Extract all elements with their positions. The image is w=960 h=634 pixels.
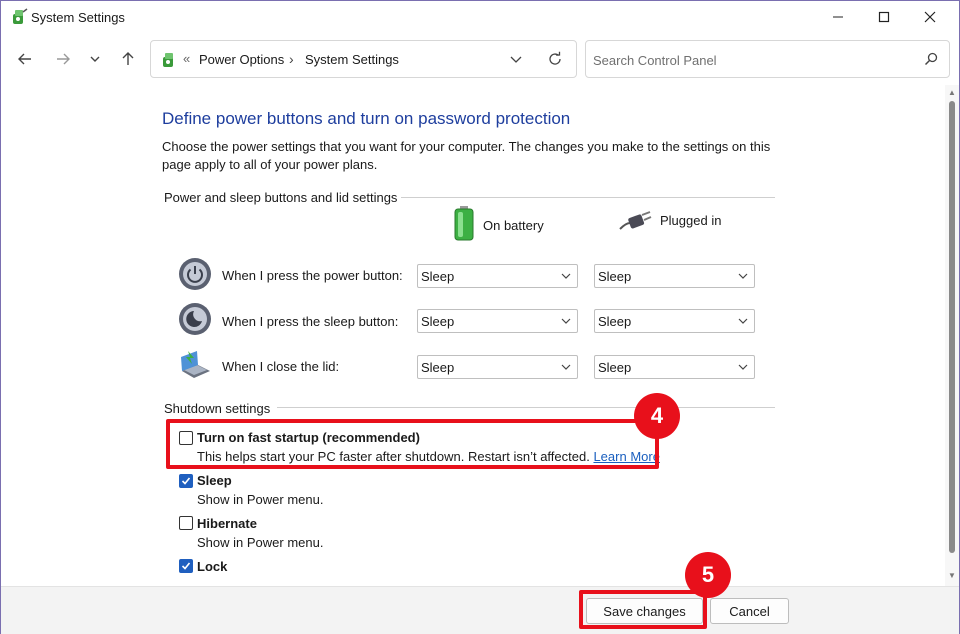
laptop-lid-icon xyxy=(178,347,212,381)
sleep-button-icon xyxy=(178,302,212,336)
hibernate-checkbox[interactable] xyxy=(179,516,193,530)
group-divider xyxy=(277,407,775,408)
breadcrumb-power-options[interactable]: Power Options xyxy=(199,52,284,67)
power-button-plugged-select[interactable]: Sleep xyxy=(594,264,755,288)
up-arrow-icon xyxy=(122,52,134,65)
select-value: Sleep xyxy=(598,314,632,329)
recent-locations-button[interactable] xyxy=(83,47,107,71)
sleep-option-label[interactable]: Sleep xyxy=(197,473,232,488)
back-arrow-icon xyxy=(18,53,31,65)
search-icon[interactable] xyxy=(924,52,938,69)
chevron-down-icon xyxy=(561,364,571,370)
chevron-down-icon xyxy=(738,364,748,370)
chevron-down-icon xyxy=(90,56,100,62)
plugged-in-label: Plugged in xyxy=(660,212,722,228)
hibernate-option-description: Show in Power menu. xyxy=(197,535,324,550)
maximize-button[interactable] xyxy=(861,1,907,33)
refresh-icon xyxy=(549,51,561,65)
fast-startup-highlight xyxy=(166,419,659,469)
lid-close-plugged-select[interactable]: Sleep xyxy=(594,355,755,379)
column-on-battery: On battery xyxy=(453,206,544,241)
sleep-button-plugged-select[interactable]: Sleep xyxy=(594,309,755,333)
select-value: Sleep xyxy=(598,269,632,284)
overflow-chevron[interactable]: « xyxy=(183,51,190,66)
close-button[interactable] xyxy=(907,1,953,33)
search-input[interactable] xyxy=(593,50,893,70)
checkmark-icon xyxy=(181,477,191,485)
window-title: System Settings xyxy=(31,10,125,25)
lid-close-label: When I close the lid: xyxy=(222,359,340,374)
content-area: Define power buttons and turn on passwor… xyxy=(1,85,945,586)
title-bar: System Settings xyxy=(1,1,959,33)
scroll-down-icon[interactable]: ▼ xyxy=(948,571,956,580)
scroll-up-icon[interactable]: ▲ xyxy=(948,88,956,97)
maximize-icon xyxy=(878,11,890,23)
group-divider xyxy=(401,197,775,198)
battery-icon xyxy=(454,206,474,241)
hibernate-option-label[interactable]: Hibernate xyxy=(197,516,257,531)
select-value: Sleep xyxy=(421,314,455,329)
address-bar[interactable]: « Power Options › System Settings xyxy=(150,40,577,78)
shutdown-settings-heading: Shutdown settings xyxy=(164,401,271,416)
select-value: Sleep xyxy=(598,360,632,375)
on-battery-label: On battery xyxy=(483,217,544,233)
power-buttons-group-heading: Power and sleep buttons and lid settings xyxy=(164,190,398,205)
sleep-checkbox[interactable] xyxy=(179,474,193,488)
lid-close-battery-select[interactable]: Sleep xyxy=(417,355,578,379)
sleep-button-label: When I press the sleep button: xyxy=(222,314,399,329)
column-plugged-in: Plugged in xyxy=(618,209,721,231)
lock-checkbox[interactable] xyxy=(179,559,193,573)
power-plug-icon xyxy=(619,211,652,230)
save-changes-highlight xyxy=(579,590,707,629)
checkmark-icon xyxy=(181,562,191,570)
vertical-scrollbar[interactable]: ▲ ▼ xyxy=(945,85,959,586)
forward-arrow-icon xyxy=(57,53,70,65)
close-icon xyxy=(924,11,936,23)
select-value: Sleep xyxy=(421,269,455,284)
control-panel-app-icon xyxy=(10,8,28,26)
refresh-button[interactable] xyxy=(547,51,563,70)
chevron-down-icon xyxy=(738,318,748,324)
minimize-icon xyxy=(833,16,843,18)
breadcrumb-system-settings[interactable]: System Settings xyxy=(305,52,399,67)
step-4-badge: 4 xyxy=(634,393,680,439)
power-button-label: When I press the power button: xyxy=(222,268,403,283)
breadcrumb-separator: › xyxy=(289,51,294,67)
back-button[interactable] xyxy=(13,47,37,71)
navigation-bar: « Power Options › System Settings xyxy=(1,33,959,85)
step-5-badge: 5 xyxy=(685,552,731,598)
sleep-option-description: Show in Power menu. xyxy=(197,492,324,507)
page-title: Define power buttons and turn on passwor… xyxy=(162,109,571,128)
minimize-button[interactable] xyxy=(815,1,861,33)
chevron-down-icon xyxy=(561,273,571,279)
address-dropdown-button[interactable] xyxy=(509,52,523,69)
footer-bar: Save changes Cancel xyxy=(1,586,959,634)
power-button-battery-select[interactable]: Sleep xyxy=(417,264,578,288)
forward-button[interactable] xyxy=(51,47,75,71)
power-button-icon xyxy=(178,257,212,291)
search-box[interactable] xyxy=(585,40,950,78)
chevron-down-icon xyxy=(510,56,522,63)
lock-option-label[interactable]: Lock xyxy=(197,559,227,574)
sleep-button-battery-select[interactable]: Sleep xyxy=(417,309,578,333)
chevron-down-icon xyxy=(738,273,748,279)
scrollbar-thumb[interactable] xyxy=(949,101,955,553)
select-value: Sleep xyxy=(421,360,455,375)
control-panel-icon xyxy=(160,51,178,69)
chevron-down-icon xyxy=(561,318,571,324)
page-description: Choose the power settings that you want … xyxy=(162,139,771,172)
cancel-button[interactable]: Cancel xyxy=(710,598,789,624)
up-button[interactable] xyxy=(116,47,140,71)
system-settings-window: System Settings « Power Options › System… xyxy=(0,0,960,634)
